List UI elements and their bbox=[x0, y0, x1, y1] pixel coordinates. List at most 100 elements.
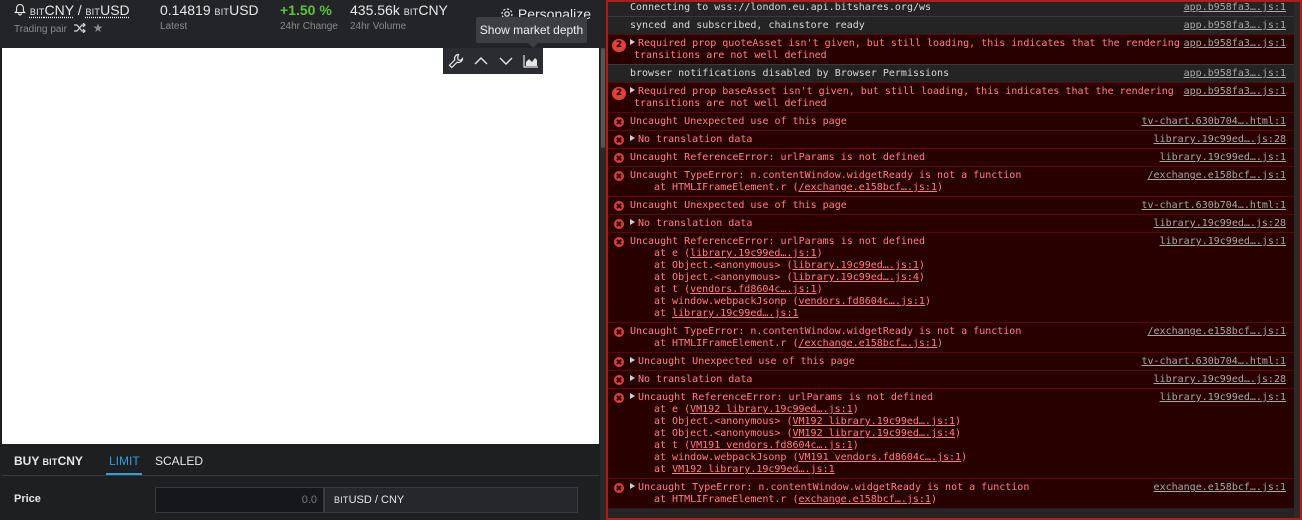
stack-frame-text: ) bbox=[918, 272, 925, 283]
source-link[interactable]: library.19c99ed….js:28 bbox=[1154, 218, 1286, 229]
bit-prefix: BIT bbox=[403, 7, 419, 17]
stack-frame-link[interactable]: library.19c99ed….js:1 bbox=[690, 248, 816, 259]
source-link[interactable]: library.19c99ed….js:1 bbox=[1160, 392, 1286, 403]
console-error-message[interactable]: Uncaught TypeError: n.contentWindow.widg… bbox=[608, 478, 1300, 508]
source-link[interactable]: app.b958fa3….js:1 bbox=[1184, 86, 1286, 97]
stack-frame-link[interactable]: vendors.fd8604c….js:1 bbox=[799, 296, 925, 307]
bit-prefix: BIT bbox=[214, 7, 230, 17]
stack-frame-link[interactable]: library.19c99ed….js:1 bbox=[672, 308, 798, 319]
tab-scaled[interactable]: SCALED bbox=[155, 454, 203, 468]
console-error-message[interactable]: Uncaught ReferenceError: urlParams is no… bbox=[608, 388, 1300, 478]
expand-triangle-icon[interactable] bbox=[630, 357, 635, 363]
source-link[interactable]: library.19c99ed….js:1 bbox=[1160, 152, 1286, 163]
stack-frame-link[interactable]: VM192 library.19c99ed….js:1 bbox=[672, 464, 835, 475]
message-text-content: No translation data bbox=[638, 374, 753, 385]
source-link[interactable]: library.19c99ed….js:28 bbox=[1154, 374, 1286, 385]
buy-asset: CNY bbox=[57, 454, 83, 468]
source-link[interactable]: tv-chart.630b704….html:1 bbox=[1142, 356, 1287, 367]
source-link[interactable]: library.19c99ed….js:28 bbox=[1154, 134, 1286, 145]
pair-base-link[interactable]: BITCNY bbox=[30, 2, 74, 18]
stack-frame-text: at Object.<anonymous> ( bbox=[654, 428, 793, 439]
stack-frame-text: at bbox=[654, 464, 673, 475]
source-link[interactable]: tv-chart.630b704….html:1 bbox=[1142, 200, 1287, 211]
star-icon[interactable]: ★ bbox=[93, 21, 104, 35]
price-unit-label: BITUSD / CNY bbox=[324, 487, 578, 513]
message-text: Uncaught TypeError: n.contentWindow.widg… bbox=[630, 170, 1021, 181]
tab-limit[interactable]: LIMIT bbox=[109, 454, 140, 468]
stack-frame-link[interactable]: library.19c99ed….js:1 bbox=[792, 260, 918, 271]
expand-triangle-icon[interactable] bbox=[630, 393, 635, 399]
pair-quote-link[interactable]: BITUSD bbox=[85, 2, 129, 18]
message-text[interactable]: No translation data bbox=[630, 134, 752, 145]
message-text[interactable]: Uncaught Unexpected use of this page bbox=[630, 356, 855, 367]
message-text[interactable]: No translation data bbox=[630, 374, 752, 385]
source-link[interactable]: /exchange.e158bcf….js:1 bbox=[1148, 326, 1286, 337]
source-link[interactable]: app.b958fa3….js:1 bbox=[1184, 2, 1286, 13]
console-error-message: Uncaught Unexpected use of this page tv-c… bbox=[608, 196, 1300, 214]
source-link[interactable]: app.b958fa3….js:1 bbox=[1184, 20, 1286, 31]
stack-frame-link[interactable]: exchange.e158bcf….js:1 bbox=[799, 494, 931, 505]
message-text[interactable]: No translation data bbox=[630, 218, 752, 229]
price-chart-area[interactable] bbox=[2, 48, 599, 444]
stack-frame-text: at e ( bbox=[654, 404, 691, 415]
expand-triangle-icon[interactable] bbox=[630, 39, 635, 45]
market-depth-icon[interactable] bbox=[518, 48, 543, 74]
expand-triangle-icon[interactable] bbox=[630, 375, 635, 381]
source-link[interactable]: app.b958fa3….js:1 bbox=[1184, 68, 1286, 79]
wrench-icon[interactable] bbox=[443, 48, 468, 74]
source-link[interactable]: tv-chart.630b704….html:1 bbox=[1142, 116, 1287, 127]
stack-frame-text: ) bbox=[936, 182, 944, 193]
console-error-message[interactable]: No translation data library.19c99ed….js:2… bbox=[608, 130, 1300, 148]
bell-icon[interactable] bbox=[14, 2, 30, 18]
console-scrollbar[interactable] bbox=[1294, 2, 1300, 518]
message-text[interactable]: Uncaught ReferenceError: urlParams is no… bbox=[630, 392, 933, 403]
stack-frame-link[interactable]: VM192 library.19c99ed….js:1 bbox=[792, 416, 955, 427]
console-error-message: Uncaught TypeError: n.contentWindow.widg… bbox=[608, 166, 1300, 196]
trading-pair[interactable]: BITCNY / BITUSD bbox=[14, 2, 130, 18]
shuffle-icon[interactable] bbox=[73, 22, 89, 35]
stack-frame-link[interactable]: vendors.fd8604c….js:1 bbox=[690, 284, 816, 295]
message-text-content: No translation data bbox=[638, 134, 753, 145]
source-link[interactable]: app.b958fa3….js:1 bbox=[1184, 38, 1286, 49]
message-text: Uncaught ReferenceError: urlParams is no… bbox=[630, 236, 925, 247]
stack-frame-text: ) bbox=[961, 452, 968, 463]
stack-frame-text: at Object.<anonymous> ( bbox=[654, 416, 793, 427]
stack-frame: at VM192 library.19c99ed….js:1 bbox=[654, 464, 835, 475]
console-error-message: Uncaught TypeError: n.contentWindow.widg… bbox=[608, 322, 1300, 352]
expand-triangle-icon[interactable] bbox=[630, 483, 635, 489]
message-text[interactable]: Required prop baseAsset isn't given, but… bbox=[630, 86, 1174, 97]
stack-frame-link[interactable]: /exchange.e158bcf….js:1 bbox=[799, 182, 937, 193]
price-input[interactable]: 0.0 bbox=[155, 487, 324, 513]
message-text-continued: transitions are not well defined bbox=[634, 50, 827, 61]
stack-frame-link[interactable]: VM191 vendors.fd8604c….js:1 bbox=[799, 452, 962, 463]
error-icon bbox=[614, 117, 624, 127]
console-error-message[interactable]: No translation data library.19c99ed….js:2… bbox=[608, 370, 1300, 388]
message-text[interactable]: Required prop quoteAsset isn't given, bu… bbox=[630, 38, 1180, 49]
stack-frame-text: at Object.<anonymous> ( bbox=[654, 272, 793, 283]
expand-triangle-icon[interactable] bbox=[630, 87, 635, 93]
stack-frame-link[interactable]: /exchange.e158bcf….js:1 bbox=[799, 338, 937, 349]
console-error-message[interactable]: Uncaught Unexpected use of this page tv-c… bbox=[608, 352, 1300, 370]
chevron-up-icon[interactable] bbox=[468, 48, 493, 74]
stack-frame-text: ) bbox=[936, 338, 944, 349]
stack-frame-link[interactable]: library.19c99ed….js:4 bbox=[792, 272, 918, 283]
latest-unit: USD bbox=[229, 2, 259, 18]
chevron-down-icon[interactable] bbox=[493, 48, 518, 74]
market-depth-tooltip: Show market depth bbox=[476, 17, 587, 48]
source-link[interactable]: /exchange.e158bcf….js:1 bbox=[1148, 170, 1286, 181]
source-link[interactable]: library.19c99ed….js:1 bbox=[1160, 236, 1286, 247]
console-error-message[interactable]: No translation data library.19c99ed….js:2… bbox=[608, 214, 1300, 232]
console-error-message[interactable]: 2 Required prop baseAsset isn't given, bu… bbox=[608, 82, 1300, 112]
console-error-message[interactable]: 2 Required prop quoteAsset isn't given, b… bbox=[608, 34, 1300, 64]
message-text[interactable]: Uncaught TypeError: n.contentWindow.widg… bbox=[630, 482, 1029, 493]
scrollbar-thumb[interactable] bbox=[601, 48, 605, 148]
stack-frame-link[interactable]: VM191 vendors.fd8604c….js:1 bbox=[690, 440, 853, 451]
expand-triangle-icon[interactable] bbox=[630, 135, 635, 141]
message-text-content: No translation data bbox=[638, 218, 753, 229]
stack-frame-link[interactable]: VM192 library.19c99ed….js:1 bbox=[690, 404, 853, 415]
stack-frame-link[interactable]: VM192 library.19c99ed….js:4 bbox=[792, 428, 955, 439]
source-link[interactable]: exchange.e158bcf….js:1 bbox=[1154, 482, 1286, 493]
message-text-content: Uncaught TypeError: n.contentWindow.widg… bbox=[630, 170, 1022, 181]
expand-triangle-icon[interactable] bbox=[630, 219, 635, 225]
message-text-content: Uncaught ReferenceError: urlParams is no… bbox=[630, 152, 926, 163]
